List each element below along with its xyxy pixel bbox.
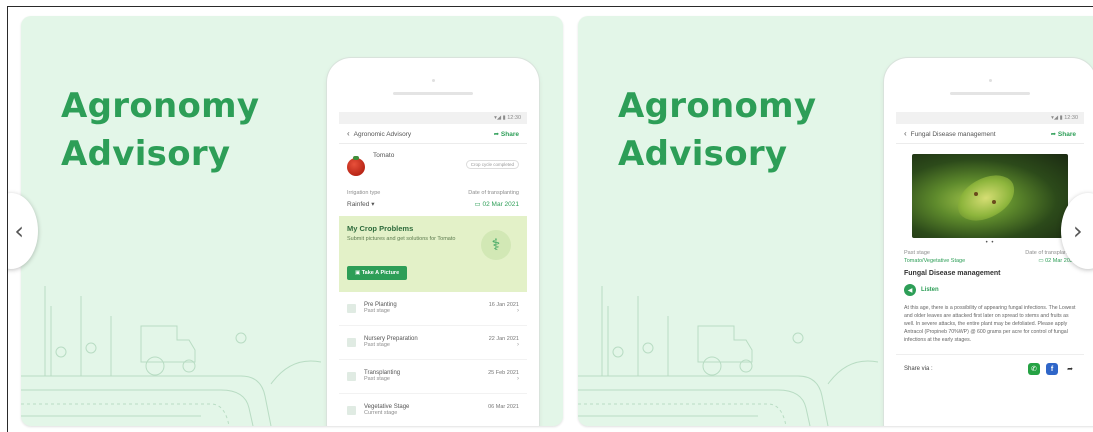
phone-screen: ▾◢ ▮ 12:30 ‹ Agronomic Advisory ➦ Share T… bbox=[339, 112, 527, 426]
camera-dot bbox=[432, 79, 435, 82]
camera-dot bbox=[989, 79, 992, 82]
stage-sub: Past stage bbox=[364, 342, 390, 348]
phone-screen: ▾◢ ▮ 12:30 ‹ Fungal Disease management ➦ … bbox=[896, 112, 1084, 426]
irrigation-select[interactable]: Rainfed ▾ bbox=[347, 200, 374, 208]
leaf-image bbox=[951, 169, 1021, 227]
stage-date: 22 Jan 2021 bbox=[488, 336, 519, 342]
stage-item[interactable]: Pre Planting Past stage 16 Jan 2021 › bbox=[339, 292, 527, 326]
status-bar: ▾◢ ▮ 12:30 bbox=[896, 112, 1084, 124]
take-picture-label: Take A Picture bbox=[361, 270, 400, 276]
stage-value: Tomato/Vegetative Stage bbox=[904, 258, 966, 264]
card-title: Agronomy Advisory bbox=[618, 82, 816, 178]
app-bar-title: Agronomic Advisory bbox=[353, 131, 412, 138]
crop-problems-desc: Submit pictures and get solutions for To… bbox=[347, 236, 456, 242]
stage-date: 06 Mar 2021 bbox=[488, 404, 519, 410]
chevron-left-icon: ‹ bbox=[14, 217, 24, 245]
crop-problems-panel: My Crop Problems Submit pictures and get… bbox=[339, 216, 527, 292]
screenshot-card-1[interactable]: Agronomy Advisory ▾◢ ▮ 12:30 ‹ Agronomic… bbox=[21, 16, 563, 426]
card-title-line1: Agronomy bbox=[618, 86, 817, 126]
card-title: Agronomy Advisory bbox=[61, 82, 259, 178]
section-title: Fungal Disease management bbox=[904, 270, 1001, 277]
stage-icon bbox=[347, 304, 356, 313]
card-title-line1: Agronomy bbox=[61, 86, 260, 126]
stage-icon bbox=[347, 372, 356, 381]
stage-sub: Past stage bbox=[364, 376, 390, 382]
status-bar: ▾◢ ▮ 12:30 bbox=[339, 112, 527, 124]
stage-icon bbox=[347, 406, 356, 415]
listen-label: Listen bbox=[921, 287, 939, 293]
stage-labels-row: Past stage Date of transplanting bbox=[896, 250, 1084, 256]
listen-button[interactable]: ◀ Listen bbox=[904, 284, 1076, 296]
chevron-right-icon: › bbox=[517, 342, 519, 348]
app-bar-title: Fungal Disease management bbox=[910, 131, 996, 138]
dropdown-caret-icon: ▾ bbox=[371, 201, 375, 208]
phone-mockup: ▾◢ ▮ 12:30 ‹ Agronomic Advisory ➦ Share T… bbox=[327, 58, 539, 426]
whatsapp-icon[interactable]: ✆ bbox=[1028, 363, 1040, 375]
status-time: 12:30 bbox=[507, 115, 521, 121]
stage-sub: Past stage bbox=[364, 308, 390, 314]
share-via-label: Share via : bbox=[904, 366, 933, 372]
app-bar: ‹ Agronomic Advisory ➦ Share bbox=[339, 124, 527, 144]
stethoscope-icon: ⚕ bbox=[481, 230, 511, 260]
transplant-date[interactable]: ▭ 02 Mar 2021 bbox=[475, 200, 519, 208]
tomato-icon bbox=[347, 156, 365, 176]
irrigation-values-row: Rainfed ▾ ▭ 02 Mar 2021 bbox=[339, 200, 527, 208]
facebook-icon[interactable]: f bbox=[1046, 363, 1058, 375]
farm-illustration bbox=[21, 286, 321, 426]
transplant-date-value: 02 Mar 2021 bbox=[482, 201, 520, 208]
status-time: 12:30 bbox=[1064, 115, 1078, 121]
stage-icon bbox=[347, 338, 356, 347]
disease-photo[interactable] bbox=[912, 154, 1068, 238]
speaker-grille bbox=[393, 92, 473, 95]
stage-item[interactable]: Transplanting Past stage 25 Feb 2021 › bbox=[339, 360, 527, 394]
card-title-line2: Advisory bbox=[61, 134, 231, 174]
crop-row: Tomato Crop cycle completed bbox=[339, 152, 527, 176]
app-bar: ‹ Fungal Disease management ➦ Share bbox=[896, 124, 1084, 144]
share-button[interactable]: ➦ Share bbox=[494, 130, 519, 138]
irrigation-label: Irrigation type bbox=[347, 190, 381, 196]
lesion-spot bbox=[974, 192, 978, 196]
speaker-icon: ◀ bbox=[904, 284, 916, 296]
transplant-label: Date of transplanting bbox=[468, 190, 519, 196]
camera-icon: ▣ bbox=[355, 270, 361, 276]
irrigation-row: Irrigation type Date of transplanting bbox=[339, 190, 527, 196]
crop-name: Tomato bbox=[373, 152, 395, 159]
irrigation-value: Rainfed bbox=[347, 201, 370, 208]
stage-item[interactable]: Nursery Preparation Past stage 22 Jan 202… bbox=[339, 326, 527, 360]
lesion-spot bbox=[992, 200, 996, 204]
calendar-icon: ▭ bbox=[474, 201, 481, 208]
back-arrow-icon[interactable]: ‹ bbox=[347, 129, 350, 138]
stage-item[interactable]: Vegetative Stage Current stage 06 Mar 202… bbox=[339, 394, 527, 426]
speaker-grille bbox=[950, 92, 1030, 95]
chevron-right-icon: › bbox=[1073, 217, 1083, 245]
stage-label: Past stage bbox=[904, 250, 930, 256]
stage-date: 16 Jan 2021 bbox=[488, 302, 519, 308]
share-arrow-icon[interactable]: ➦ bbox=[1064, 363, 1076, 375]
farm-illustration bbox=[578, 286, 878, 426]
take-picture-button[interactable]: ▣ Take A Picture bbox=[347, 266, 408, 280]
pager-dots[interactable]: • • bbox=[896, 240, 1084, 246]
stage-sub: Current stage bbox=[364, 410, 398, 416]
share-label: Share bbox=[1057, 130, 1076, 138]
carousel: Agronomy Advisory ▾◢ ▮ 12:30 ‹ Agronomic… bbox=[7, 6, 1093, 432]
back-arrow-icon[interactable]: ‹ bbox=[904, 129, 907, 138]
share-via-row: Share via : ✆ f ➦ bbox=[896, 354, 1084, 375]
share-button[interactable]: ➦ Share bbox=[1051, 130, 1076, 138]
calendar-icon: ▭ bbox=[1038, 258, 1044, 264]
chevron-right-icon: › bbox=[517, 308, 519, 314]
stage-date: 25 Feb 2021 bbox=[488, 370, 519, 376]
crop-cycle-chip: Crop cycle completed bbox=[465, 159, 519, 169]
chevron-right-icon: › bbox=[517, 376, 519, 382]
share-label: Share bbox=[500, 130, 519, 138]
card-title-line2: Advisory bbox=[618, 134, 788, 174]
advisory-text: At this age, there is a possibility of a… bbox=[904, 305, 1076, 343]
screenshot-card-2[interactable]: Agronomy Advisory ▾◢ ▮ 12:30 ‹ Fungal Di… bbox=[578, 16, 1093, 426]
